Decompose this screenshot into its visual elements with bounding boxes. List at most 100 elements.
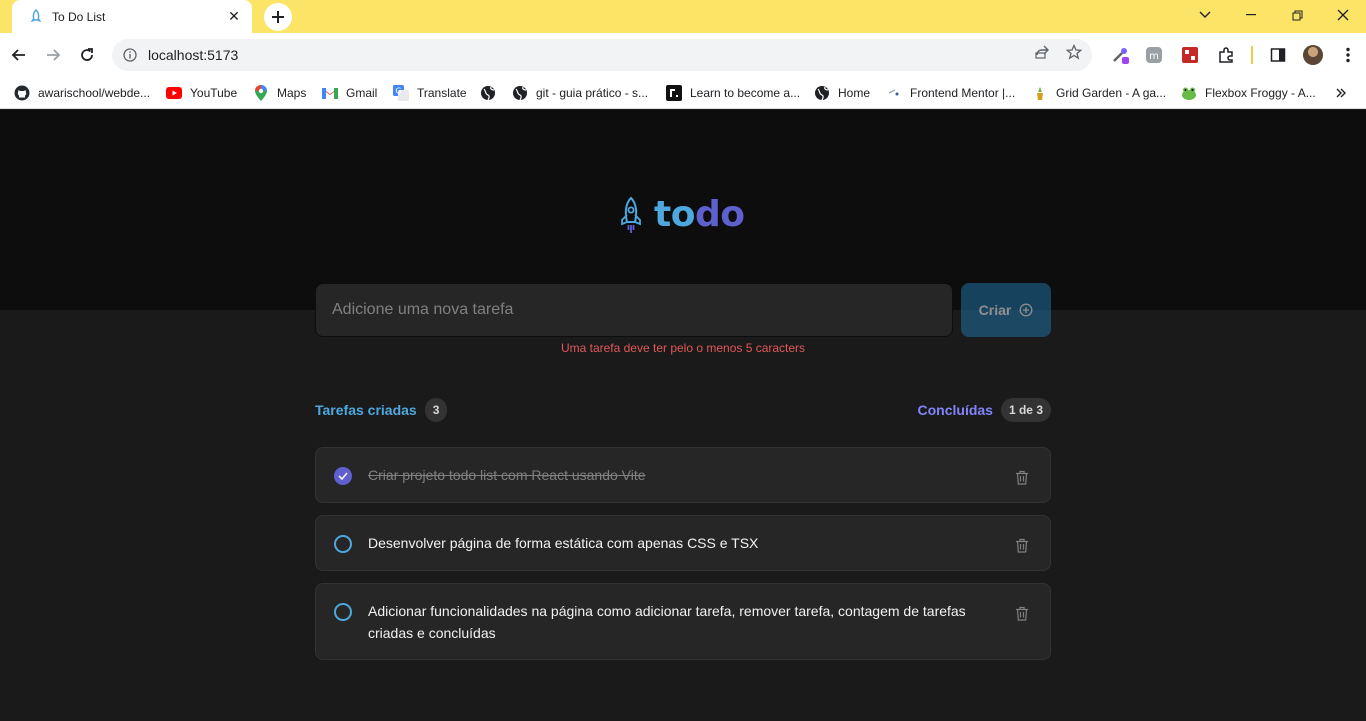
youtube-icon bbox=[166, 85, 182, 101]
check-icon bbox=[338, 472, 348, 480]
task-text: Criar projeto todo list com React usando… bbox=[368, 467, 646, 483]
tab-strip: To Do List ✕ bbox=[0, 0, 1366, 33]
globe-icon bbox=[512, 85, 528, 101]
roadmap-icon bbox=[666, 85, 682, 101]
bookmark-home[interactable]: Home bbox=[814, 83, 870, 103]
create-task-button[interactable]: Criar bbox=[961, 283, 1051, 337]
tab-title: To Do List bbox=[52, 9, 106, 24]
globe-icon bbox=[814, 85, 830, 101]
share-button[interactable] bbox=[1030, 40, 1054, 64]
svg-text:m: m bbox=[1149, 51, 1159, 62]
reload-button[interactable] bbox=[72, 40, 102, 70]
puzzle-icon bbox=[1219, 47, 1233, 63]
delete-task-button[interactable] bbox=[1010, 533, 1034, 557]
bookmarks-bar: awarischool/webde... YouTube Maps Gmail … bbox=[0, 77, 1366, 109]
created-tasks-label: Tarefas criadas bbox=[315, 402, 417, 418]
arrow-right-icon bbox=[47, 49, 61, 61]
more-vertical-icon bbox=[1346, 47, 1350, 63]
profile-avatar[interactable] bbox=[1303, 45, 1323, 65]
task-item: Criar projeto todo list com React usando… bbox=[315, 447, 1051, 503]
bookmark-translate[interactable]: G Translate bbox=[393, 83, 467, 103]
task-summary: Tarefas criadas 3 Concluídas 1 de 3 bbox=[315, 396, 1051, 424]
extension-m-button[interactable]: m bbox=[1144, 45, 1164, 65]
toolbar-separator bbox=[1251, 46, 1253, 64]
app-page: todo Criar Uma tarefa deve ter pelo o me… bbox=[0, 110, 1366, 721]
svg-text:G: G bbox=[395, 87, 401, 96]
close-tab-icon[interactable]: ✕ bbox=[226, 8, 242, 25]
bookmark-maps[interactable]: Maps bbox=[253, 83, 306, 103]
minimize-button[interactable] bbox=[1228, 0, 1274, 30]
reload-icon bbox=[81, 48, 93, 61]
done-tasks-label: Concluídas bbox=[917, 402, 993, 418]
bookmark-youtube[interactable]: YouTube bbox=[166, 83, 237, 103]
plus-circle-icon bbox=[1019, 303, 1033, 317]
gmail-icon bbox=[322, 85, 338, 101]
bookmark-grid-garden[interactable]: Grid Garden - A ga... bbox=[1032, 83, 1166, 103]
created-tasks-count: 3 bbox=[424, 398, 448, 422]
trash-icon bbox=[1016, 470, 1028, 485]
bookmark-roadmap[interactable]: Learn to become a... bbox=[666, 83, 800, 103]
arrow-left-icon bbox=[11, 49, 25, 61]
tab-search-button[interactable] bbox=[1182, 0, 1228, 30]
back-button[interactable] bbox=[4, 40, 34, 70]
star-icon bbox=[1066, 44, 1082, 60]
forward-button[interactable] bbox=[38, 40, 68, 70]
bookmark-flexbox-froggy[interactable]: Flexbox Froggy - A... bbox=[1181, 83, 1316, 103]
browser-tab[interactable]: To Do List ✕ bbox=[12, 0, 252, 33]
task-text: Adicionar funcionalidades na página como… bbox=[368, 603, 966, 641]
bookmark-git-guide[interactable]: git - guia prático - s... bbox=[512, 83, 648, 103]
bookmark-gmail[interactable]: Gmail bbox=[322, 83, 377, 103]
browser-menu-button[interactable] bbox=[1338, 45, 1358, 65]
logo-text: todo bbox=[654, 194, 745, 235]
url-text: localhost:5173 bbox=[148, 47, 239, 63]
bookmark-star-button[interactable] bbox=[1062, 40, 1086, 64]
bookmark-globe[interactable] bbox=[480, 83, 504, 103]
new-task-input[interactable] bbox=[315, 283, 953, 337]
address-bar[interactable]: localhost:5173 bbox=[112, 39, 1092, 71]
close-icon bbox=[1337, 9, 1349, 21]
bookmark-github[interactable]: awarischool/webde... bbox=[14, 83, 150, 103]
restore-icon bbox=[1292, 10, 1302, 20]
delete-task-button[interactable] bbox=[1010, 601, 1034, 625]
grid-garden-icon bbox=[1032, 85, 1048, 101]
trash-icon bbox=[1016, 606, 1028, 621]
globe-icon bbox=[480, 85, 496, 101]
chevron-double-right-icon bbox=[1336, 88, 1346, 98]
create-button-label: Criar bbox=[978, 302, 1012, 318]
browser-toolbar: localhost:5173 m bbox=[0, 33, 1366, 77]
done-tasks-count: 1 de 3 bbox=[1000, 398, 1051, 422]
minimize-icon bbox=[1246, 14, 1256, 16]
extension-red-button[interactable] bbox=[1180, 45, 1200, 65]
bookmarks-overflow-button[interactable] bbox=[1336, 83, 1346, 103]
maps-icon bbox=[253, 85, 269, 101]
red-extension-icon bbox=[1182, 47, 1198, 63]
frontend-mentor-icon bbox=[886, 85, 902, 101]
side-panel-button[interactable] bbox=[1268, 45, 1288, 65]
validation-error: Uma tarefa deve ter pelo o menos 5 carac… bbox=[560, 341, 806, 355]
delete-task-button[interactable] bbox=[1010, 465, 1034, 489]
close-window-button[interactable] bbox=[1320, 0, 1366, 30]
translate-icon: G bbox=[393, 85, 409, 101]
bookmark-frontend-mentor[interactable]: Frontend Mentor |... bbox=[886, 83, 1015, 103]
share-icon bbox=[1035, 45, 1049, 59]
rocket-icon bbox=[28, 8, 44, 25]
task-item: Adicionar funcionalidades na página como… bbox=[315, 583, 1051, 660]
app-header: todo bbox=[0, 110, 1366, 310]
chevron-down-icon bbox=[1199, 11, 1211, 18]
github-icon bbox=[14, 85, 30, 101]
task-checkbox-checked[interactable] bbox=[334, 467, 352, 485]
extensions-button[interactable] bbox=[1216, 45, 1236, 65]
app-logo: todo bbox=[618, 194, 745, 235]
new-tab-button[interactable] bbox=[264, 3, 292, 31]
trash-icon bbox=[1016, 538, 1028, 553]
rocket-icon bbox=[621, 196, 641, 233]
eyedropper-icon bbox=[1113, 48, 1129, 64]
task-checkbox[interactable] bbox=[334, 603, 352, 621]
m-extension-icon: m bbox=[1146, 47, 1162, 63]
task-checkbox[interactable] bbox=[334, 535, 352, 553]
info-icon[interactable] bbox=[122, 47, 138, 63]
restore-button[interactable] bbox=[1274, 0, 1320, 30]
task-text: Desenvolver página de forma estática com… bbox=[368, 535, 759, 551]
side-panel-icon bbox=[1270, 48, 1286, 62]
extension-eyedropper-button[interactable] bbox=[1110, 45, 1130, 65]
